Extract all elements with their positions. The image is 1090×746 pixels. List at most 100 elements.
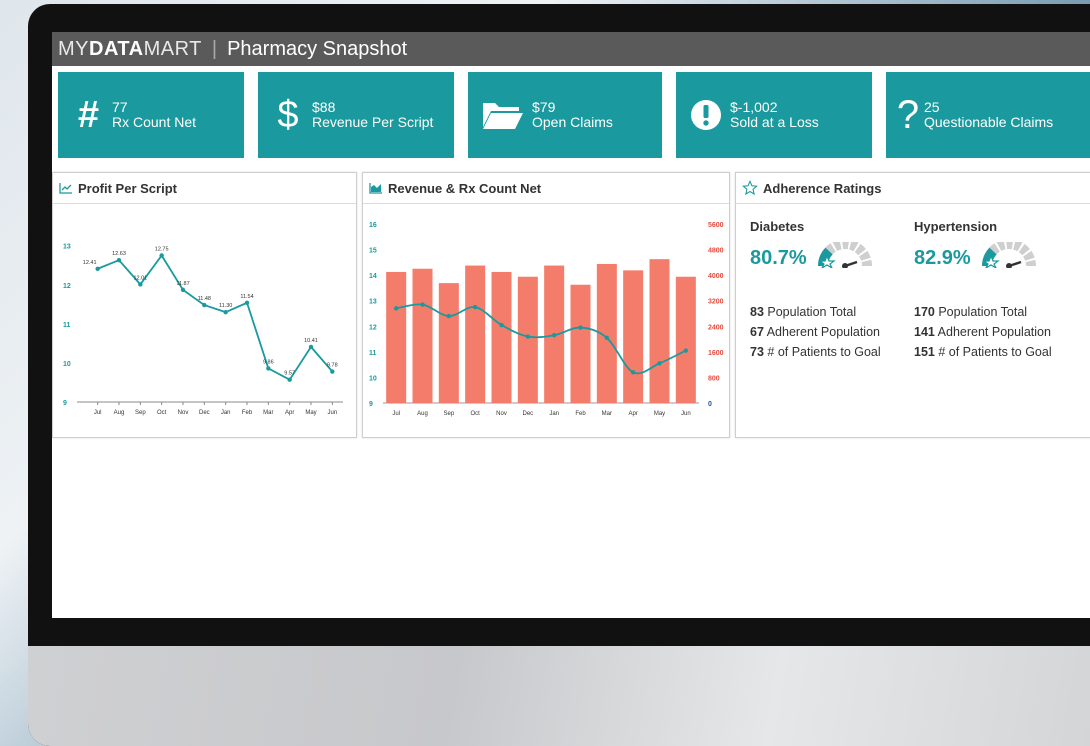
alert-icon — [686, 99, 726, 131]
revenue-bar — [649, 259, 670, 403]
data-label: 12.01 — [133, 275, 147, 281]
revenue-bar — [412, 268, 433, 403]
data-point — [116, 257, 122, 263]
star-gauge-icon — [817, 239, 873, 274]
kpi-label: Sold at a Loss — [730, 114, 819, 130]
y-tick-label: 10 — [63, 361, 71, 368]
data-point — [393, 306, 399, 311]
data-point — [683, 348, 689, 353]
data-label: 9.57 — [284, 371, 295, 377]
page-title: Pharmacy Snapshot — [227, 37, 408, 60]
revenue-combo-chart: 9 10 11 12 13 14 15 16 0 800 1600 2400 3200 4000 4800 5… — [369, 222, 724, 417]
kpi-value: $88 — [312, 99, 336, 115]
x-tick-label: Jul — [392, 411, 400, 417]
panel-header: Revenue & Rx Count Net — [363, 173, 729, 204]
folder-icon — [478, 99, 528, 131]
data-label: 11.87 — [176, 281, 189, 287]
x-tick-label: Mar — [602, 411, 612, 417]
adherent-population: 67 Adherent Population — [750, 325, 880, 339]
app-screen: MYDATAMART | Pharmacy Snapshot # 77 Rx Co… — [52, 32, 1090, 618]
data-label: 12.63 — [112, 251, 126, 257]
x-tick-label: Dec — [199, 410, 210, 416]
revenue-bar — [491, 271, 512, 403]
x-tick-label: May — [305, 410, 316, 416]
y-right-tick-label: 1600 — [708, 350, 724, 357]
x-tick-label: Oct — [470, 411, 480, 417]
data-point — [223, 309, 228, 315]
data-point — [138, 282, 143, 287]
data-label: 11.48 — [198, 296, 211, 302]
y-left-tick-label: 16 — [369, 222, 377, 229]
x-tick-label: Sep — [135, 410, 146, 416]
revenue-bar — [386, 271, 407, 403]
data-label: 11.54 — [240, 294, 253, 300]
title-separator: | — [211, 37, 218, 60]
adherence-ratings-panel: Adherence Ratings Diabetes 80.7% 83 Popu… — [735, 172, 1090, 438]
revenue-bar — [517, 276, 538, 403]
y-tick-label: 9 — [63, 400, 67, 407]
adherence-percent: 82.9% — [914, 246, 971, 269]
y-right-tick-label: 800 — [708, 375, 720, 382]
y-right-tick-label: 0 — [708, 401, 712, 408]
panel-title: Adherence Ratings — [763, 180, 882, 196]
revenue-bar — [623, 270, 644, 403]
adherence-diabetes: Diabetes 80.7% 83 Population Total 67 Ad… — [750, 219, 881, 362]
star-gauge-icon — [981, 239, 1037, 274]
star-icon — [742, 180, 758, 196]
y-right-tick-label: 2400 — [708, 324, 724, 331]
x-tick-label: Mar — [263, 410, 273, 416]
data-point — [604, 335, 610, 340]
x-tick-label: Feb — [242, 410, 253, 416]
monitor-bezel: MYDATAMART | Pharmacy Snapshot # 77 Rx Co… — [28, 4, 1090, 746]
monitor-chin — [28, 646, 1090, 746]
y-left-tick-label: 9 — [369, 401, 373, 408]
x-tick-label: Nov — [496, 411, 507, 417]
x-tick-label: Jan — [549, 411, 559, 417]
data-label: 12.41 — [83, 260, 97, 266]
title-bar: MYDATAMART | Pharmacy Snapshot — [52, 32, 1090, 66]
x-tick-label: Sep — [443, 411, 454, 417]
kpi-label: Revenue Per Script — [312, 114, 434, 130]
x-tick-label: Jan — [221, 410, 231, 416]
kpi-revenue-per-script[interactable]: $ $88 Revenue Per Script — [258, 72, 454, 158]
profit-line-chart: 9 10 11 12 13 Jul Aug Sep Oct Nov Dec Jan Feb Mar Apr M… — [63, 244, 343, 416]
data-label: 12.75 — [155, 246, 169, 252]
revenue-bar — [438, 283, 459, 403]
data-point — [202, 302, 207, 308]
data-point — [551, 333, 557, 338]
question-icon: ? — [896, 92, 920, 137]
y-left-tick-label: 14 — [369, 273, 377, 280]
y-right-tick-label: 4800 — [708, 248, 724, 255]
kpi-sold-at-loss[interactable]: $-1,002 Sold at a Loss — [676, 72, 872, 158]
profit-series-line — [97, 253, 334, 381]
patients-to-goal: 73 # of Patients to Goal — [750, 345, 881, 359]
data-point — [446, 313, 452, 319]
kpi-value: $79 — [532, 99, 556, 115]
data-label: 9.78 — [327, 363, 338, 369]
kpi-open-claims[interactable]: $79 Open Claims — [468, 72, 662, 158]
x-tick-label: Aug — [114, 410, 125, 416]
y-right-tick-label: 3200 — [708, 299, 724, 306]
revenue-bar — [465, 265, 486, 403]
y-left-tick-label: 10 — [369, 375, 377, 382]
data-point — [308, 344, 314, 350]
kpi-value: $-1,002 — [730, 99, 778, 115]
adherence-name: Diabetes — [750, 219, 805, 234]
area-chart-icon — [369, 182, 383, 194]
x-tick-label: Jun — [327, 410, 337, 416]
data-label: 11.30 — [219, 303, 232, 309]
data-point — [159, 253, 164, 258]
kpi-questionable-claims[interactable]: ? 25 Questionable Claims — [886, 72, 1090, 158]
data-point — [330, 369, 335, 374]
panel-header: Adherence Ratings — [736, 173, 1090, 204]
y-tick-label: 11 — [63, 322, 71, 329]
panel-header: Profit Per Script — [53, 173, 356, 204]
data-point — [578, 325, 583, 330]
x-tick-label: Jun — [681, 411, 691, 417]
kpi-rx-count-net[interactable]: # 77 Rx Count Net — [58, 72, 244, 158]
kpi-label: Questionable Claims — [924, 114, 1054, 130]
brand-logo[interactable]: MYDATAMART — [58, 38, 202, 61]
x-tick-label: Feb — [575, 411, 586, 417]
x-tick-label: Aug — [417, 411, 428, 417]
patients-to-goal: 151 # of Patients to Goal — [914, 345, 1052, 359]
